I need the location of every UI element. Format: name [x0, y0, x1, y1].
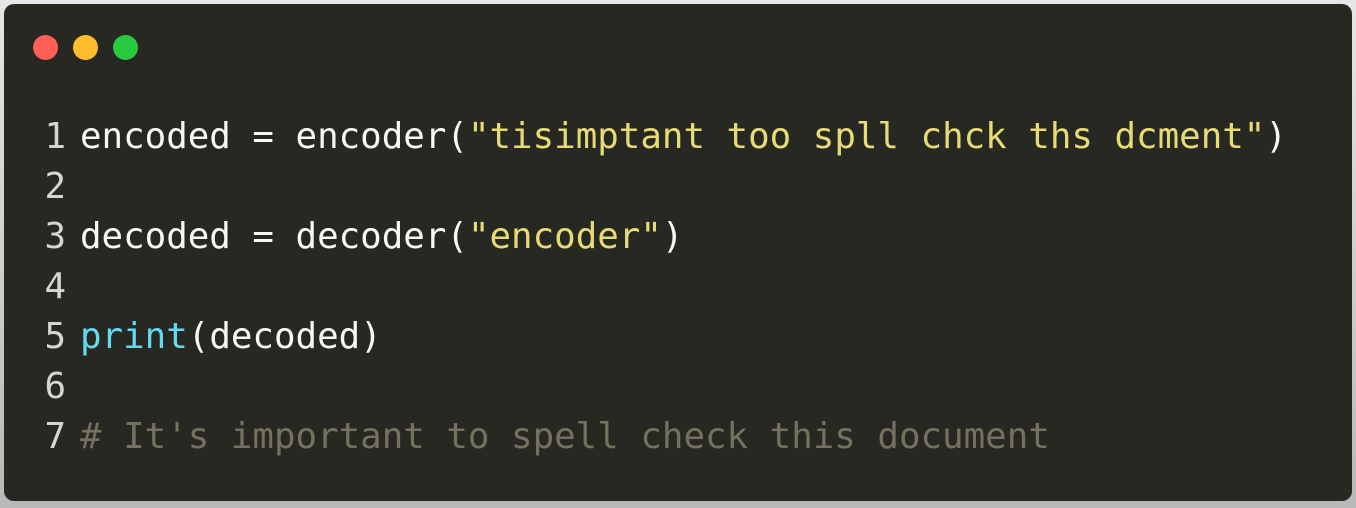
line-number: 4	[44, 266, 66, 307]
line-number: 3	[44, 216, 66, 257]
line-number: 5	[44, 316, 66, 357]
close-button[interactable]	[33, 35, 58, 60]
line-number: 1	[44, 116, 66, 157]
code-line: 2	[4, 162, 1287, 212]
code-line: 3 decoded = decoder("encoder")	[4, 212, 1287, 262]
code-line: 7 # It's important to spell check this do…	[4, 412, 1287, 462]
text-token: )	[661, 216, 684, 257]
line-text: print(decoded)	[80, 312, 382, 362]
string-token: "tisimptant too spll chck ths dcment"	[467, 116, 1266, 157]
minimize-button[interactable]	[73, 35, 98, 60]
comment-token: # It's important to spell check this doc…	[80, 416, 1050, 457]
code-window: 1 encoded = encoder("tisimptant too spll …	[4, 4, 1352, 501]
text-token: (decoded)	[187, 316, 382, 357]
string-token: "encoder"	[467, 216, 662, 257]
code-line: 6	[4, 362, 1287, 412]
text-token: )	[1265, 116, 1287, 157]
code-line: 1 encoded = encoder("tisimptant too spll …	[4, 112, 1287, 162]
text-token: encoded = encoder(	[80, 116, 468, 157]
maximize-button[interactable]	[113, 35, 138, 60]
line-number: 6	[44, 366, 66, 407]
text-token: decoded = decoder(	[80, 216, 468, 257]
builtin-token: print	[80, 316, 188, 357]
line-text: # It's important to spell check this doc…	[80, 412, 1050, 462]
line-text: decoded = decoder("encoder")	[80, 212, 683, 262]
code-line: 5 print(decoded)	[4, 312, 1287, 362]
line-number: 2	[44, 166, 66, 207]
code-editor[interactable]: 1 encoded = encoder("tisimptant too spll …	[4, 112, 1287, 462]
line-number: 7	[44, 416, 66, 457]
code-line: 4	[4, 262, 1287, 312]
line-text: encoded = encoder("tisimptant too spll c…	[80, 112, 1287, 162]
